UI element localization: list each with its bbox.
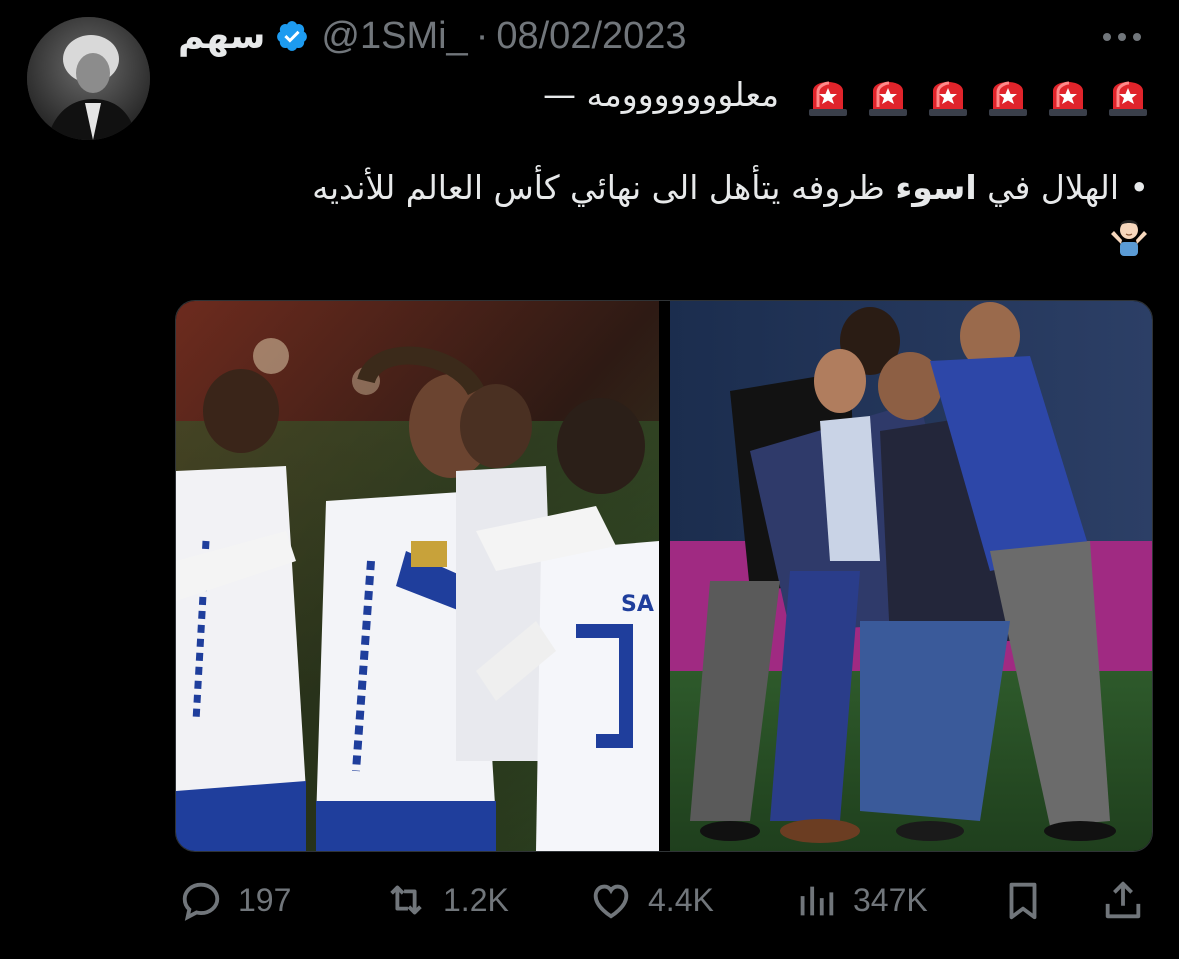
separator-dot: · — [475, 14, 489, 57]
retweet-count: 1.2K — [443, 881, 509, 918]
handle[interactable]: @1SMi_ — [321, 15, 467, 58]
tweet-line-1-text: — معلووووووومه — [542, 74, 779, 114]
bookmark-button[interactable] — [1000, 868, 1060, 932]
share-icon — [1105, 881, 1141, 919]
police-light-emoji — [1049, 81, 1087, 116]
more-icon[interactable] — [1100, 30, 1144, 44]
svg-text:SA: SA — [621, 592, 654, 617]
police-light-emoji — [1109, 81, 1147, 116]
staff-celebration-photo[interactable] — [670, 301, 1152, 851]
tweet-actions: 197 1.2K 4.4K 347K — [178, 868, 1148, 932]
tweet-header: سهم @1SMi_ · 08/02/2023 — [178, 8, 1098, 64]
tweet-date[interactable]: 08/02/2023 — [496, 15, 686, 58]
like-button[interactable]: 4.4K — [588, 868, 714, 932]
avatar[interactable] — [27, 17, 150, 140]
reply-count: 197 — [238, 881, 292, 918]
views-button[interactable]: 347K — [793, 868, 928, 932]
police-light-emoji — [989, 81, 1027, 116]
police-light-emoji — [929, 81, 967, 116]
tweet-text-start: الهلال في — [987, 168, 1120, 207]
tweet-text-bold: اسوء — [895, 168, 977, 207]
person-shrugging-emoji — [1111, 219, 1147, 256]
police-light-emoji — [809, 81, 847, 116]
verified-badge-icon — [277, 21, 308, 51]
tweet-line-1: — معلووووووومه — [543, 66, 1149, 122]
retweet-button[interactable]: 1.2K — [383, 868, 509, 932]
share-button[interactable] — [1100, 868, 1160, 932]
police-light-emoji — [869, 81, 907, 116]
tweet-text-end: ظروفه يتأهل الى نهائي كأس العالم للأنديه — [312, 168, 885, 207]
retweet-icon — [390, 885, 422, 915]
view-count: 347K — [853, 881, 928, 918]
reply-button[interactable]: 197 — [178, 868, 291, 932]
bullet: • — [1129, 168, 1149, 207]
display-name[interactable]: سهم — [178, 16, 265, 57]
media-grid[interactable]: SA — [175, 300, 1153, 852]
bookmark-icon — [1009, 882, 1037, 920]
views-icon — [800, 886, 834, 916]
tweet-body: • الهلال في اسوء ظروفه يتأهل الى نهائي ك… — [209, 166, 1149, 256]
team-celebration-photo[interactable]: SA — [176, 301, 659, 851]
like-count: 4.4K — [648, 881, 714, 918]
police-light-emoji-row — [789, 71, 1149, 117]
reply-icon — [182, 882, 220, 921]
heart-icon — [593, 884, 629, 919]
